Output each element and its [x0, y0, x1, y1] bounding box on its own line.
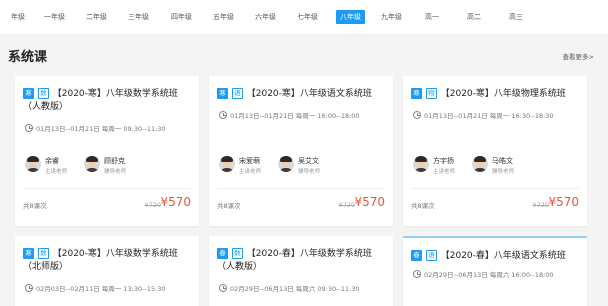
subject-badge: 数	[37, 88, 49, 99]
clock-icon	[25, 284, 33, 292]
clock-icon	[219, 111, 227, 119]
price: ¥570	[548, 195, 579, 209]
subject-badge: 物	[425, 88, 437, 99]
grade-tab-4[interactable]: 四年级	[171, 10, 192, 24]
teacher-role: 辅导老师	[298, 169, 321, 175]
teacher-role: 主讲老师	[433, 169, 456, 175]
subject-badge: 数	[231, 248, 243, 259]
season-badge: 春	[411, 250, 422, 261]
clock-icon	[219, 284, 227, 292]
original-price: ¥720	[338, 201, 355, 209]
course-title-row: 春 数 【2020-春】八年级数学系统班（人教版）	[217, 248, 387, 274]
schedule-text: 02月29日--06月13日 每周六 16:00--18:00	[424, 271, 554, 279]
grade-tab-3[interactable]: 三年级	[128, 10, 149, 24]
course-title-row: 寒 数 【2020-寒】八年级数学系统班（北师版）	[23, 248, 193, 274]
season-badge: 寒	[23, 248, 34, 259]
view-more-link[interactable]: 查看更多>	[563, 51, 594, 61]
schedule-row: 01月13日--01月21日 每周一 16:00--18:00	[219, 110, 360, 120]
schedule-text: 01月13日--01月21日 每周一 09:30--11:30	[36, 125, 166, 133]
course-title-row: 寒 语 【2020-寒】八年级语文系统班	[217, 88, 387, 101]
grade-tab-1[interactable]: 一年级	[44, 10, 65, 24]
schedule-row: 02月29日--06月13日 每周六 16:00--18:00	[413, 269, 554, 279]
avatar	[219, 156, 235, 172]
teacher-assistant: 马皓文 辅导老师	[472, 156, 552, 178]
season-badge: 寒	[411, 88, 422, 99]
schedule-row: 02月29日--06月13日 每周六 09:30--11:30	[219, 283, 360, 293]
subject-badge: 语	[231, 88, 243, 99]
course-title-row: 春 语 【2020-春】八年级语文系统班	[411, 250, 581, 263]
avatar	[472, 156, 488, 172]
course-card[interactable]: 寒 语 【2020-寒】八年级语文系统班 01月13日--01月21日 每周一 …	[209, 76, 393, 226]
lesson-count: 共8课次	[23, 202, 47, 210]
clock-icon	[25, 124, 33, 132]
schedule-row: 01月13日--01月21日 每周一 09:30--11:30	[25, 123, 166, 133]
grade-tab-senior-1[interactable]: 高一	[425, 10, 439, 24]
schedule-text: 02月03日--02月11日 每周一 13:30--15:30	[36, 285, 166, 293]
season-badge: 春	[217, 248, 228, 259]
divider	[23, 188, 191, 189]
grade-tab-2[interactable]: 二年级	[86, 10, 107, 24]
grade-tab-8[interactable]: 八年级	[336, 10, 365, 24]
schedule-text: 02月29日--06月13日 每周六 09:30--11:30	[230, 285, 360, 293]
teacher-assistant: 顾舒克 辅导老师	[84, 156, 164, 178]
divider	[217, 188, 385, 189]
price: ¥570	[160, 195, 191, 209]
teacher-name: 顾舒克	[104, 157, 125, 165]
course-title: 【2020-寒】八年级物理系统班	[440, 89, 566, 99]
teacher-role: 辅导老师	[492, 169, 515, 175]
clock-icon	[413, 270, 421, 278]
original-price: ¥720	[532, 201, 549, 209]
grade-tab-7[interactable]: 七年级	[297, 10, 318, 24]
course-title-row: 寒 数 【2020-寒】八年级数学系统班（人教版）	[23, 88, 193, 114]
course-card[interactable]: 寒 数 【2020-寒】八年级数学系统班（人教版） 01月13日--01月21日…	[15, 76, 199, 226]
price: ¥570	[354, 195, 385, 209]
schedule-row: 02月03日--02月11日 每周一 13:30--15:30	[25, 283, 166, 293]
teacher-role: 主讲老师	[239, 169, 262, 175]
avatar	[84, 156, 100, 172]
subject-badge: 数	[37, 248, 49, 259]
teacher-name: 吴艾文	[298, 157, 319, 165]
teacher-name: 方宇扬	[433, 157, 454, 165]
grade-tab-senior-2[interactable]: 高二	[467, 10, 481, 24]
avatar	[413, 156, 429, 172]
season-badge: 寒	[217, 88, 228, 99]
course-title-row: 寒 物 【2020-寒】八年级物理系统班	[411, 88, 581, 101]
course-card[interactable]: 春 语 【2020-春】八年级语文系统班 02月29日--06月13日 每周六 …	[403, 236, 587, 306]
lesson-count: 共8课次	[411, 202, 435, 210]
subject-badge: 语	[425, 250, 437, 261]
grade-filter-bar: 年级 一年级 二年级 三年级 四年级 五年级 六年级 七年级 八年级 九年级 高…	[0, 0, 608, 34]
schedule-row: 01月13日--01月21日 每周一 16:30--18:30	[413, 110, 554, 120]
grade-tab-9[interactable]: 九年级	[381, 10, 402, 24]
divider	[411, 188, 579, 189]
schedule-text: 01月13日--01月21日 每周一 16:00--18:00	[230, 112, 360, 120]
lesson-count: 共8课次	[217, 202, 241, 210]
course-card[interactable]: 寒 物 【2020-寒】八年级物理系统班 01月13日--01月21日 每周一 …	[403, 76, 587, 226]
course-title: 【2020-春】八年级语文系统班	[440, 251, 566, 261]
schedule-text: 01月13日--01月21日 每周一 16:30--18:30	[424, 112, 554, 120]
course-card[interactable]: 春 数 【2020-春】八年级数学系统班（人教版） 02月29日--06月13日…	[209, 236, 393, 306]
teacher-role: 主讲老师	[45, 169, 68, 175]
section-title: 系统课	[8, 50, 48, 65]
grade-tab-all[interactable]: 年级	[11, 10, 25, 24]
teacher-name: 余睿	[45, 157, 59, 165]
teacher-name: 马皓文	[492, 157, 513, 165]
avatar	[25, 156, 41, 172]
clock-icon	[413, 111, 421, 119]
course-title: 【2020-寒】八年级语文系统班	[246, 89, 372, 99]
season-badge: 寒	[23, 88, 34, 99]
course-card[interactable]: 寒 数 【2020-寒】八年级数学系统班（北师版） 02月03日--02月11日…	[15, 236, 199, 306]
teacher-role: 辅导老师	[104, 169, 127, 175]
grade-tab-5[interactable]: 五年级	[213, 10, 234, 24]
teacher-assistant: 吴艾文 辅导老师	[278, 156, 358, 178]
grade-tab-6[interactable]: 六年级	[255, 10, 276, 24]
grade-tab-senior-3[interactable]: 高三	[509, 10, 523, 24]
original-price: ¥720	[144, 201, 161, 209]
avatar	[278, 156, 294, 172]
teacher-name: 宋爱萌	[239, 157, 260, 165]
